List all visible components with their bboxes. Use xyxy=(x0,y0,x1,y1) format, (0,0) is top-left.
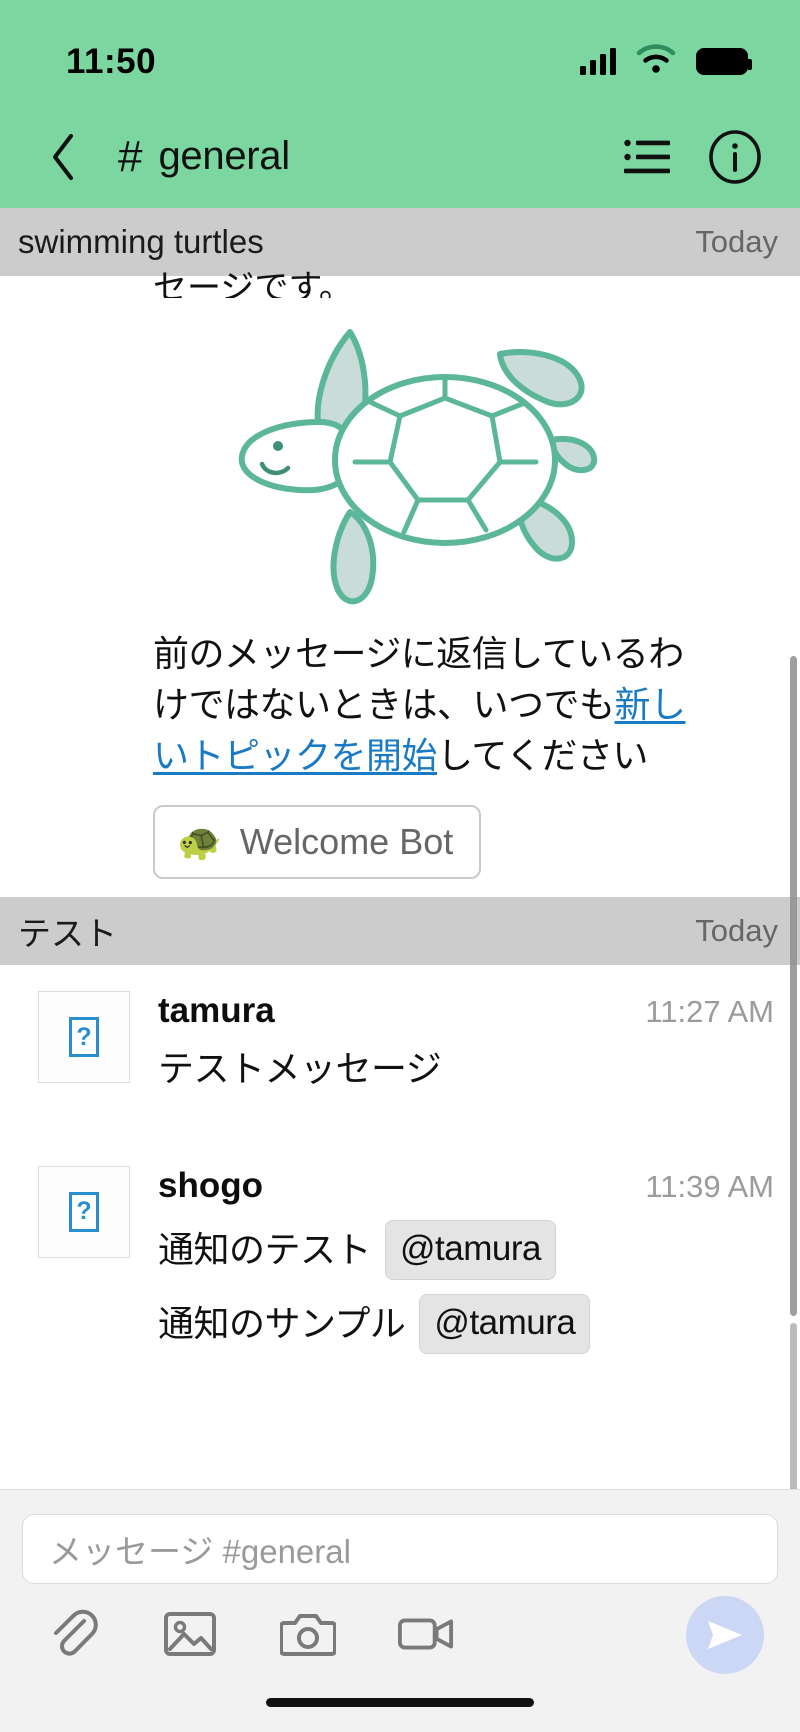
message-timestamp: 11:39 AM xyxy=(645,1168,774,1204)
swimming-turtle-illustration xyxy=(0,298,800,622)
mention-pill[interactable]: @tamura xyxy=(419,1294,591,1355)
turtle-emoji-icon: 🐢 xyxy=(177,821,222,863)
nav-bar: # general xyxy=(0,105,800,208)
clipped-message-text: セージです。 xyxy=(153,269,353,298)
message-body: テストメッセージ xyxy=(158,1045,778,1094)
send-plane-icon xyxy=(708,1621,742,1649)
paragraph-text-after: してください xyxy=(437,735,648,777)
topic-date: Today xyxy=(695,224,778,259)
message-timestamp: 11:27 AM xyxy=(645,994,774,1030)
scrollbar-thumb[interactable] xyxy=(790,656,797,1316)
nav-actions xyxy=(624,129,762,184)
message-row[interactable]: ? shogo 11:39 AM 通知のテスト @tamura 通知のサンプル … xyxy=(0,1140,800,1365)
message-content: shogo 11:39 AM 通知のテスト @tamura 通知のサンプル @t… xyxy=(130,1166,778,1355)
message-header: shogo 11:39 AM xyxy=(158,1166,778,1206)
camera-icon[interactable] xyxy=(280,1606,336,1662)
image-icon[interactable] xyxy=(162,1606,218,1662)
channel-name: general xyxy=(158,134,290,178)
back-button[interactable] xyxy=(36,127,90,187)
app-root: 11:50 # general swimming turtles Today セ… xyxy=(0,0,800,1732)
topic-paragraph: 前のメッセージに返信しているわけではないときは、いつでも新しいトピックを開始して… xyxy=(0,622,800,781)
info-circle-icon[interactable] xyxy=(708,129,762,184)
message-text: 通知のサンプル xyxy=(158,1303,406,1344)
mention-pill[interactable]: @tamura xyxy=(385,1219,556,1281)
topic-name: swimming turtles xyxy=(18,223,264,260)
message-body: 通知のサンプル @tamura xyxy=(158,1294,778,1355)
paperclip-icon[interactable] xyxy=(44,1606,100,1662)
welcome-bot-chip[interactable]: 🐢 Welcome Bot xyxy=(153,805,482,880)
status-time: 11:50 xyxy=(66,41,157,81)
message-author[interactable]: shogo xyxy=(158,1166,263,1206)
send-button[interactable] xyxy=(686,1596,764,1674)
message-scroll-area[interactable]: swimming turtles Today セージです。 前のメッセージに返信… xyxy=(0,208,800,1489)
message-input[interactable]: メッセージ #general xyxy=(22,1514,778,1584)
video-camera-icon[interactable] xyxy=(398,1606,454,1662)
message-text: テストメッセージ xyxy=(158,1048,442,1090)
message-composer: メッセージ #general xyxy=(0,1489,800,1674)
topic-date: Today xyxy=(695,913,778,949)
message-text: 通知のテスト xyxy=(158,1228,372,1270)
topic-header-test[interactable]: テスト Today xyxy=(0,897,800,966)
broken-image-placeholder-icon: ? xyxy=(69,1191,99,1232)
message-row[interactable]: ? tamura 11:27 AM テストメッセージ xyxy=(0,965,800,1104)
topic-list-icon[interactable] xyxy=(624,138,670,176)
welcome-bot-label: Welcome Bot xyxy=(239,821,454,863)
channel-title[interactable]: # general xyxy=(118,134,624,179)
home-indicator[interactable] xyxy=(266,1697,534,1707)
status-bar: 11:50 xyxy=(0,0,800,105)
message-content: tamura 11:27 AM テストメッセージ xyxy=(130,991,778,1094)
composer-toolbar xyxy=(22,1584,778,1674)
message-author[interactable]: tamura xyxy=(158,991,275,1031)
scrollbar-thumb-secondary[interactable] xyxy=(790,1323,797,1489)
paragraph-text-before: 前のメッセージに返信しているわけではないときは、いつでも xyxy=(153,633,684,726)
avatar[interactable]: ? xyxy=(38,991,130,1084)
message-header: tamura 11:27 AM xyxy=(158,991,778,1031)
cellular-signal-icon xyxy=(580,47,616,75)
topic-name: テスト xyxy=(18,915,117,953)
home-indicator-area xyxy=(0,1672,800,1732)
hash-icon: # xyxy=(118,131,143,181)
message-body: 通知のテスト @tamura xyxy=(158,1219,778,1281)
battery-full-icon xyxy=(696,48,752,75)
wifi-icon xyxy=(636,44,676,79)
avatar[interactable]: ? xyxy=(38,1165,130,1258)
topic-body-swimming-turtles: セージです。 前のメッセージに返信しているわけではないときは、いつでも新しいトピ… xyxy=(0,264,800,897)
status-icon-group xyxy=(580,44,752,79)
broken-image-placeholder-icon: ? xyxy=(69,1017,99,1058)
